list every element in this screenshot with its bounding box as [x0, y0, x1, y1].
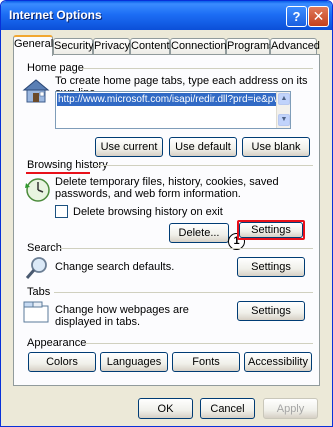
- help-button[interactable]: ?: [286, 6, 307, 27]
- languages-button[interactable]: Languages: [100, 352, 168, 372]
- tabbed-window-icon: [23, 301, 49, 323]
- close-button[interactable]: ✕: [308, 6, 329, 27]
- search-settings-button[interactable]: Settings: [237, 257, 305, 277]
- home-page-url-field[interactable]: http://www.microsoft.com/isapi/redir.dll…: [55, 91, 291, 129]
- history-clock-icon: [25, 178, 50, 202]
- divider: [94, 165, 313, 166]
- browsing-history-settings-button[interactable]: Settings: [239, 222, 303, 238]
- tab-label: Privacy: [94, 40, 131, 52]
- tab-label: General: [14, 38, 54, 50]
- tab-label: Content: [131, 40, 170, 52]
- tab-privacy[interactable]: Privacy: [93, 38, 130, 55]
- title-bar[interactable]: Internet Options ? ✕: [1, 1, 332, 30]
- tabs-description: Change how webpages are displayed in tab…: [55, 304, 189, 328]
- tab-connections[interactable]: Connections: [170, 38, 232, 55]
- tab-content[interactable]: Content: [130, 38, 170, 55]
- browsing-history-description: Delete temporary files, history, cookies…: [55, 176, 279, 200]
- tab-programs[interactable]: Programs: [226, 38, 275, 55]
- house-icon: [22, 79, 50, 103]
- colors-button[interactable]: Colors: [28, 352, 96, 372]
- divider: [54, 292, 313, 293]
- appearance-heading: Appearance: [27, 337, 87, 349]
- scroll-up-icon[interactable]: ▲: [278, 93, 290, 105]
- tab-general[interactable]: General: [13, 35, 53, 56]
- tabs-heading: Tabs: [27, 286, 51, 298]
- fonts-button[interactable]: Fonts: [172, 352, 240, 372]
- tab-label: Security: [54, 40, 94, 52]
- use-current-button[interactable]: Use current: [95, 137, 163, 157]
- url-scrollbar[interactable]: ▲ ▼: [276, 92, 290, 128]
- help-icon: ?: [292, 9, 301, 24]
- tab-security[interactable]: Security: [53, 38, 94, 55]
- search-heading: Search: [27, 242, 62, 254]
- delete-on-exit-checkbox[interactable]: [55, 205, 68, 218]
- tab-label: Advanced: [271, 40, 320, 52]
- cancel-button[interactable]: Cancel: [200, 398, 255, 419]
- tab-advanced[interactable]: Advanced: [270, 38, 320, 55]
- heading-highlight-underline: [26, 172, 90, 174]
- tab-label: Connections: [171, 40, 233, 52]
- home-page-heading: Home page: [27, 62, 84, 74]
- use-blank-button[interactable]: Use blank: [242, 137, 310, 157]
- apply-button[interactable]: Apply: [263, 398, 318, 419]
- delete-on-exit-label[interactable]: Delete browsing history on exit: [73, 206, 223, 218]
- close-icon: ✕: [312, 8, 325, 24]
- search-description: Change search defaults.: [55, 261, 175, 273]
- home-page-url-text: http://www.microsoft.com/isapi/redir.dll…: [57, 93, 277, 106]
- use-default-button[interactable]: Use default: [169, 137, 237, 157]
- general-tab-panel: Home page To create home page tabs, type…: [13, 54, 320, 386]
- divider: [60, 248, 313, 249]
- accessibility-button[interactable]: Accessibility: [244, 352, 312, 372]
- ok-button[interactable]: OK: [138, 398, 193, 419]
- tabs-settings-button[interactable]: Settings: [237, 301, 305, 321]
- divider: [81, 68, 313, 69]
- magnifier-icon: [25, 257, 47, 279]
- divider: [85, 343, 313, 344]
- scroll-down-icon[interactable]: ▼: [278, 114, 290, 126]
- tab-label: Programs: [227, 40, 275, 52]
- internet-options-dialog: Internet Options ? ✕ General Security Pr…: [0, 0, 333, 427]
- window-title: Internet Options: [9, 8, 102, 22]
- delete-history-button[interactable]: Delete...: [169, 223, 229, 243]
